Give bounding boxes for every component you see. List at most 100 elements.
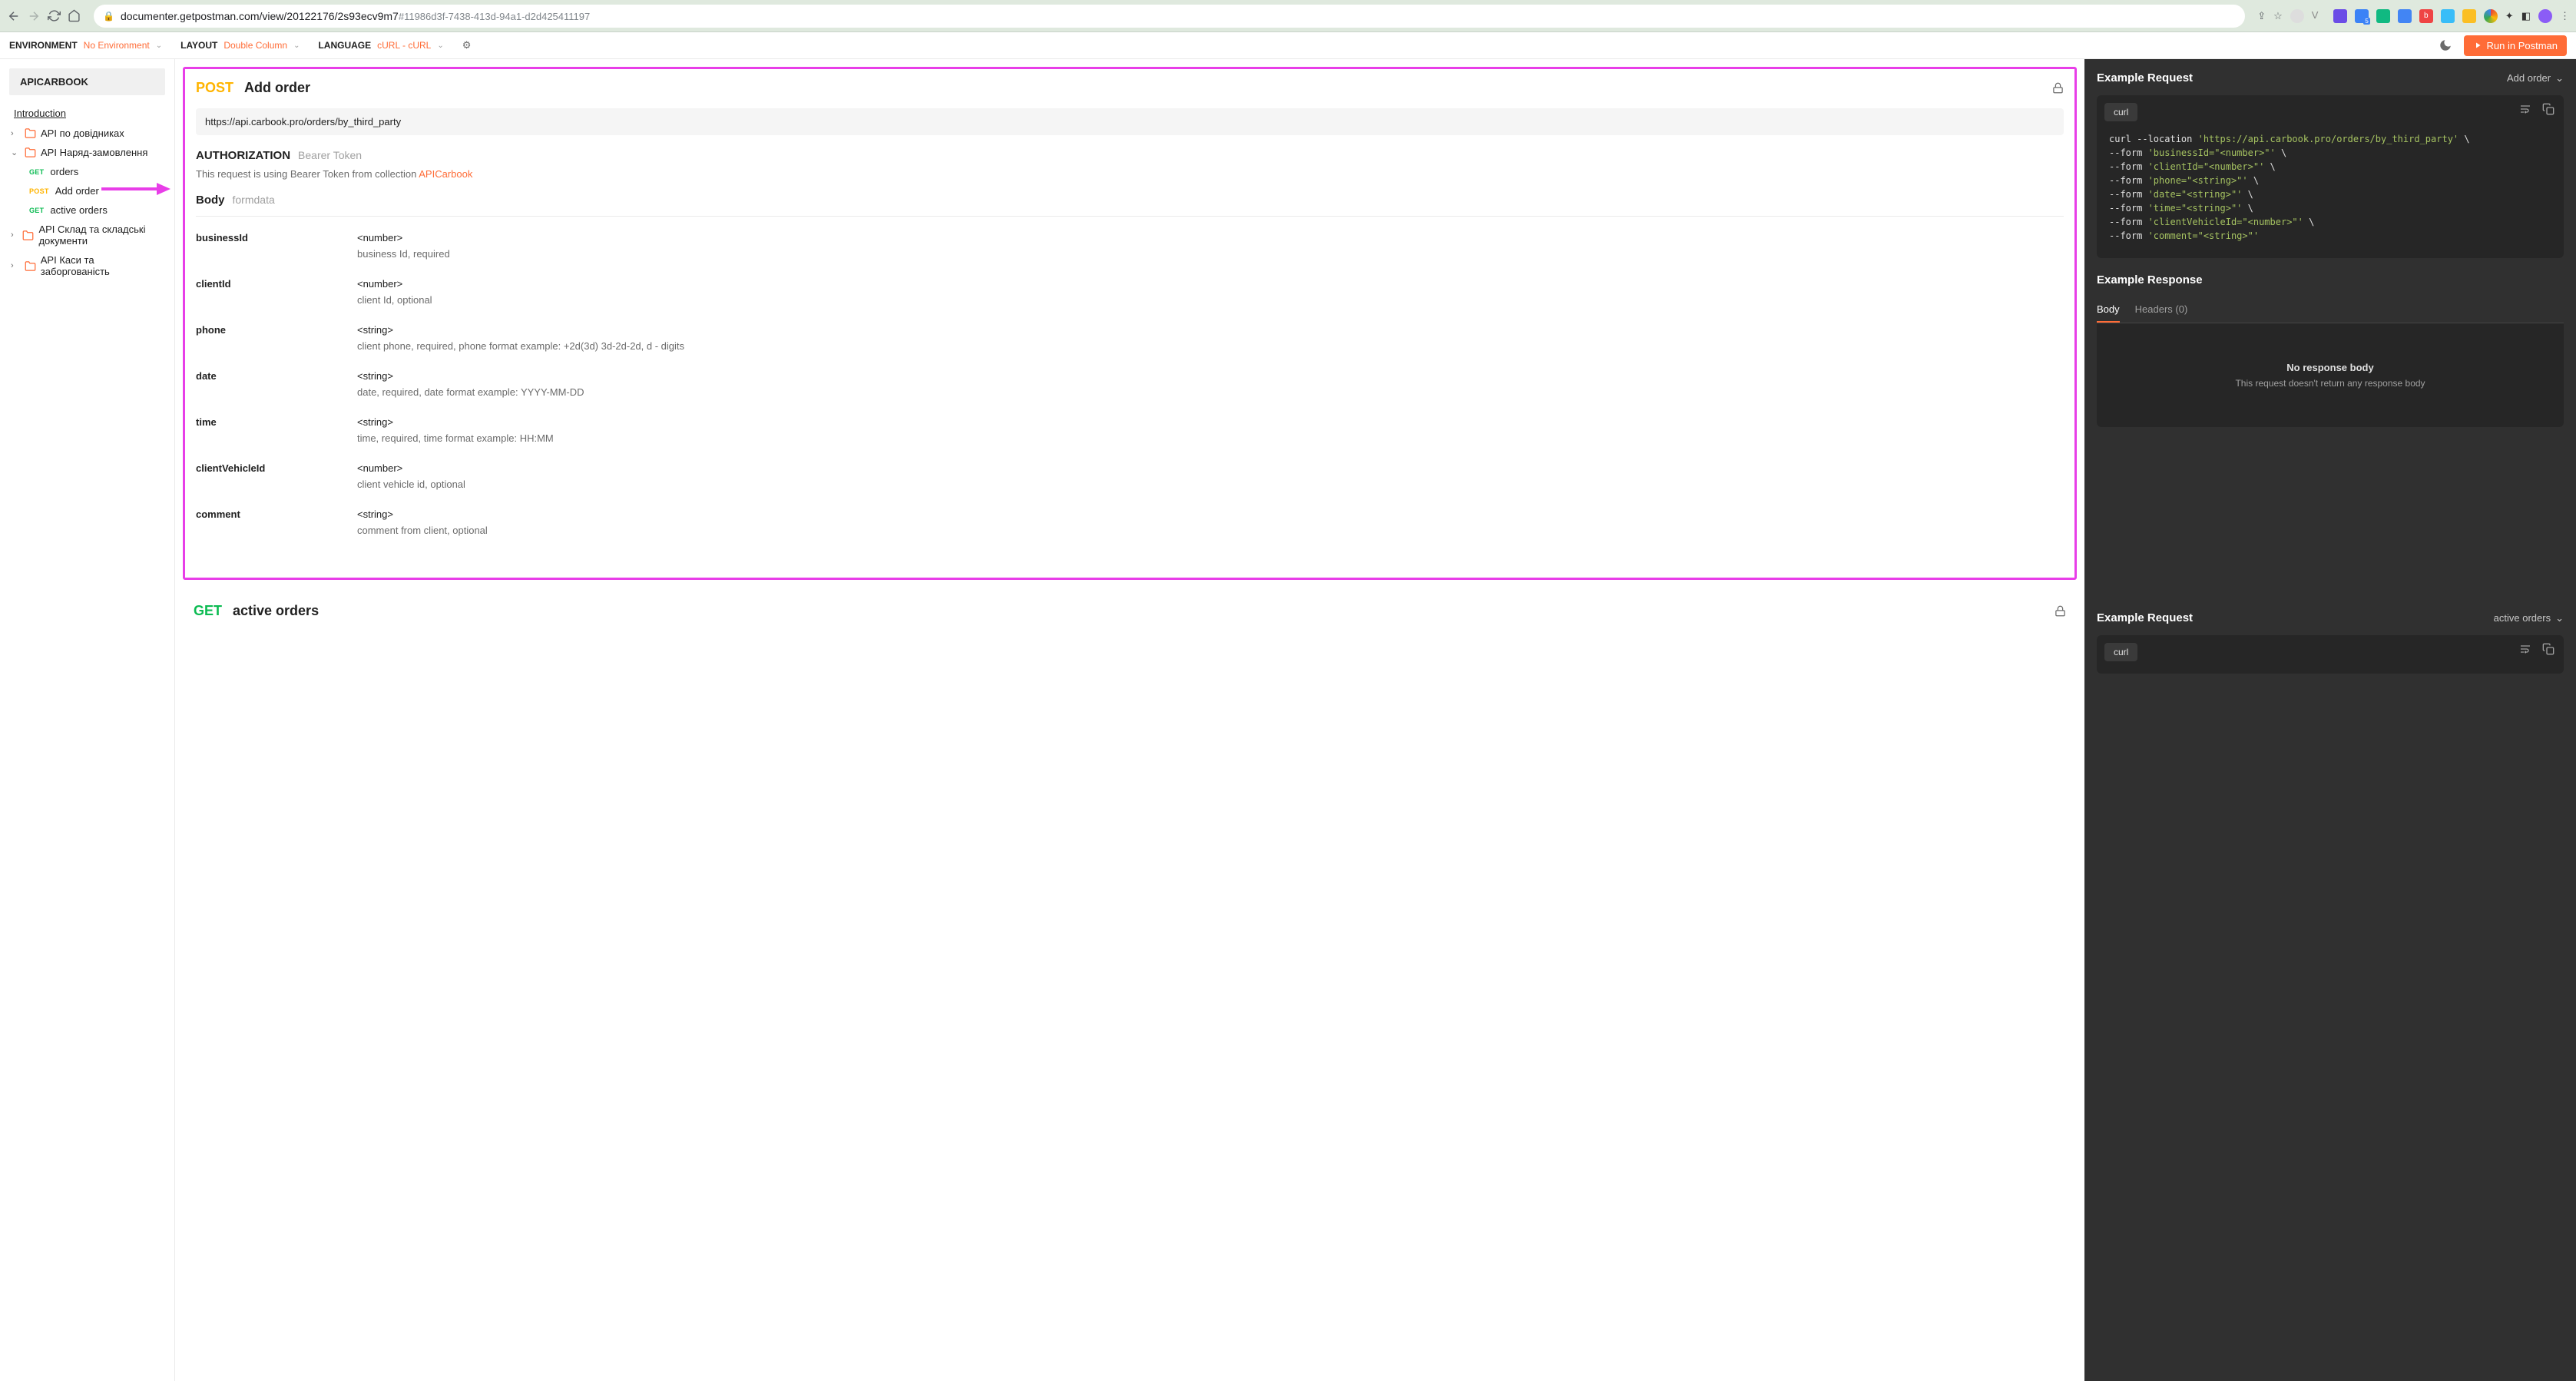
example-column: Example Request Add order ⌄ curl curl --… bbox=[2084, 59, 2576, 1381]
endpoint-label: Add order bbox=[55, 185, 99, 197]
code-lang-tab[interactable]: curl bbox=[2104, 103, 2137, 121]
language-selector[interactable]: LANGUAGE cURL - cURL ⌄ bbox=[318, 40, 443, 51]
response-tabs: Body Headers (0) bbox=[2097, 297, 2564, 323]
sidebar-endpoint[interactable]: GETactive orders bbox=[29, 200, 174, 220]
doc-column: POST Add order https://api.carbook.pro/o… bbox=[175, 59, 2084, 1381]
dark-mode-toggle[interactable] bbox=[2436, 36, 2455, 55]
extensions-icon[interactable]: ✦ bbox=[2505, 10, 2514, 22]
sidebar-endpoint[interactable]: POST Add order bbox=[29, 181, 174, 200]
lang-value: cURL - cURL bbox=[377, 40, 431, 51]
run-in-postman-button[interactable]: Run in Postman bbox=[2464, 35, 2568, 56]
sidebar-intro-link[interactable]: Introduction bbox=[0, 103, 174, 124]
env-value: No Environment bbox=[84, 40, 150, 51]
url-text: documenter.getpostman.com/view/20122176/… bbox=[121, 10, 590, 22]
param-name: businessId bbox=[196, 232, 357, 260]
method-badge: GET bbox=[29, 207, 44, 214]
forward-icon[interactable] bbox=[26, 8, 41, 24]
no-body-title: No response body bbox=[2112, 362, 2548, 373]
url-bar[interactable]: 🔒 documenter.getpostman.com/view/2012217… bbox=[94, 5, 2245, 28]
sidebar: APICARBOOK Introduction › API по довідни… bbox=[0, 59, 175, 1381]
folder-icon bbox=[25, 260, 36, 272]
gear-icon[interactable]: ⚙ bbox=[462, 39, 472, 51]
back-icon[interactable] bbox=[6, 8, 22, 24]
topbar: ENVIRONMENT No Environment ⌄ LAYOUT Doub… bbox=[0, 32, 2576, 59]
tab-body[interactable]: Body bbox=[2097, 297, 2120, 323]
chevron-down-icon: ⌄ bbox=[293, 41, 300, 50]
param-name: comment bbox=[196, 508, 357, 536]
sidebar-folder[interactable]: › API Каси та заборгованість bbox=[0, 250, 174, 281]
environment-selector[interactable]: ENVIRONMENT No Environment ⌄ bbox=[9, 40, 162, 51]
no-body-desc: This request doesn't return any response… bbox=[2112, 378, 2548, 389]
ext-icon[interactable] bbox=[2333, 9, 2347, 23]
annotation-frame: POST Add order https://api.carbook.pro/o… bbox=[183, 67, 2077, 580]
collection-link[interactable]: APICarbook bbox=[419, 168, 472, 180]
bookmark-icon[interactable]: ☆ bbox=[2273, 10, 2283, 22]
chevron-down-icon: ⌄ bbox=[2555, 612, 2564, 624]
avatar-icon[interactable] bbox=[2538, 9, 2552, 23]
chevron-right-icon: › bbox=[11, 261, 20, 270]
example-selector[interactable]: Add order ⌄ bbox=[2507, 72, 2564, 84]
ext-icon[interactable]: 5 bbox=[2355, 9, 2369, 23]
method-label: GET bbox=[194, 603, 222, 619]
ext-icon[interactable] bbox=[2290, 9, 2304, 23]
code-lang-tab[interactable]: curl bbox=[2104, 643, 2137, 661]
home-icon[interactable] bbox=[66, 8, 81, 24]
code-content[interactable]: curl --location 'https://api.carbook.pro… bbox=[2097, 129, 2564, 246]
folder-icon bbox=[25, 147, 36, 158]
endpoint-label: orders bbox=[50, 166, 78, 177]
tab-headers[interactable]: Headers (0) bbox=[2135, 297, 2188, 323]
chevron-down-icon: ⌄ bbox=[437, 41, 443, 50]
browser-chrome: 🔒 documenter.getpostman.com/view/2012217… bbox=[0, 0, 2576, 32]
example-response-title: Example Response bbox=[2097, 273, 2564, 286]
param-desc: date, required, date format example: YYY… bbox=[357, 386, 2064, 398]
layout-selector[interactable]: LAYOUT Double Column ⌄ bbox=[180, 40, 300, 51]
param-row: comment <string> comment from client, op… bbox=[196, 508, 2064, 536]
copy-icon[interactable] bbox=[2542, 643, 2554, 655]
endpoint-title: Add order bbox=[244, 80, 310, 96]
sidebar-folder[interactable]: ⌄ API Наряд-замовлення bbox=[0, 143, 174, 162]
chevron-down-icon: ⌄ bbox=[2555, 72, 2564, 84]
wrap-icon[interactable] bbox=[2519, 643, 2531, 655]
auth-lock-icon bbox=[2055, 605, 2066, 617]
menu-icon[interactable]: ⋮ bbox=[2560, 10, 2570, 22]
method-badge: GET bbox=[29, 168, 44, 176]
param-type: <string> bbox=[357, 416, 2064, 428]
example-selector[interactable]: active orders ⌄ bbox=[2494, 612, 2564, 624]
method-badge: POST bbox=[29, 187, 49, 195]
sidebar-endpoint[interactable]: GET orders bbox=[29, 162, 174, 181]
ext-icon[interactable] bbox=[2376, 9, 2390, 23]
example-request-title: Example Request bbox=[2097, 611, 2193, 624]
param-desc: time, required, time format example: HH:… bbox=[357, 432, 2064, 444]
method-label: POST bbox=[196, 80, 233, 96]
ext-icon[interactable] bbox=[2441, 9, 2455, 23]
code-box: curl curl --location 'https://api.carboo… bbox=[2097, 95, 2564, 258]
reload-icon[interactable] bbox=[46, 8, 61, 24]
ext-icon[interactable]: V bbox=[2312, 9, 2326, 23]
param-name: clientId bbox=[196, 278, 357, 306]
param-type: <number> bbox=[357, 278, 2064, 290]
account-icon[interactable]: ◧ bbox=[2521, 10, 2531, 22]
sidebar-folder[interactable]: › API Склад та складські документи bbox=[0, 220, 174, 250]
ext-icon[interactable] bbox=[2398, 9, 2412, 23]
sidebar-folder[interactable]: › API по довідниках bbox=[0, 124, 174, 143]
param-desc: business Id, required bbox=[357, 248, 2064, 260]
layout-value: Double Column bbox=[223, 40, 287, 51]
request-url[interactable]: https://api.carbook.pro/orders/by_third_… bbox=[196, 108, 2064, 135]
folder-label: API Каси та заборгованість bbox=[41, 254, 164, 277]
lock-icon: 🔒 bbox=[103, 11, 114, 22]
annotation-arrow-icon bbox=[101, 181, 171, 197]
param-name: date bbox=[196, 370, 357, 398]
share-icon[interactable]: ⇪ bbox=[2257, 10, 2266, 22]
ext-icon[interactable] bbox=[2484, 9, 2498, 23]
ext-icon[interactable] bbox=[2462, 9, 2476, 23]
param-type: <number> bbox=[357, 232, 2064, 243]
ext-icon[interactable]: b bbox=[2419, 9, 2433, 23]
wrap-icon[interactable] bbox=[2519, 103, 2531, 115]
param-type: <string> bbox=[357, 370, 2064, 382]
example-request-title: Example Request bbox=[2097, 71, 2193, 84]
folder-label: API Наряд-замовлення bbox=[41, 147, 147, 158]
param-row: businessId <number> business Id, require… bbox=[196, 232, 2064, 260]
copy-icon[interactable] bbox=[2542, 103, 2554, 115]
chevron-right-icon: › bbox=[11, 129, 20, 138]
code-box: curl bbox=[2097, 635, 2564, 674]
